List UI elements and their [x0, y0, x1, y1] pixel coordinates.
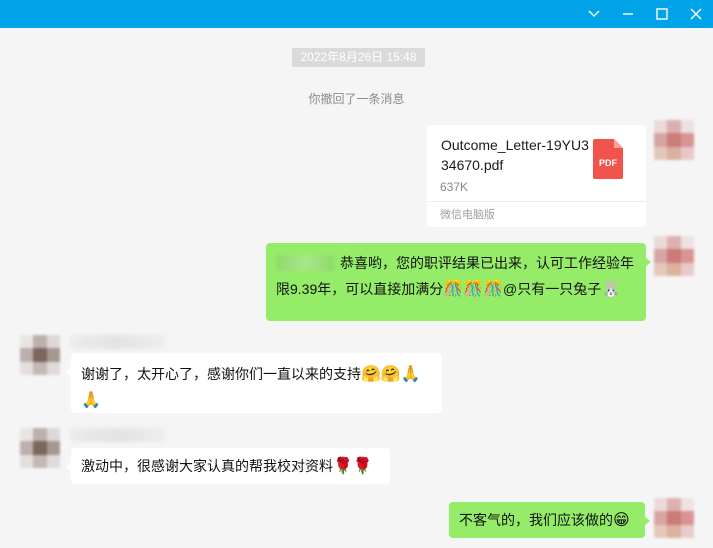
- self-avatar[interactable]: [654, 120, 694, 160]
- collapse-button[interactable]: [577, 0, 611, 28]
- message-text: 不客气的，我们应该做的: [459, 512, 613, 528]
- self-avatar[interactable]: [654, 498, 694, 538]
- contact-avatar[interactable]: [20, 428, 60, 468]
- message-timestamp: 2022年8月26日 15:48: [292, 48, 425, 67]
- recall-notice: 你撤回了一条消息: [308, 92, 405, 106]
- file-card-divider: [427, 201, 646, 202]
- party-popper-emoji: 🎊🎊🎊: [443, 279, 504, 298]
- file-name: Outcome_Letter-19YU334670.pdf: [441, 137, 589, 173]
- message-text: 谢谢了，太开心了，感谢你们一直以来的支持: [81, 366, 361, 382]
- minimize-icon: [623, 13, 633, 15]
- chevron-down-icon: [588, 10, 600, 17]
- mention-text: @只有一只兔子: [503, 281, 602, 297]
- message-bubble-sent[interactable]: 恭喜哟，您的职评结果已出来，认可工作经验年限9.39年，可以直接加满分🎊🎊🎊@只…: [266, 243, 651, 321]
- contact-avatar[interactable]: [20, 335, 60, 375]
- self-avatar[interactable]: [654, 236, 694, 276]
- close-icon: [690, 8, 702, 20]
- maximize-icon: [656, 8, 668, 20]
- message-bubble-sent[interactable]: 不客气的，我们应该做的😁: [449, 502, 650, 538]
- file-message-card[interactable]: Outcome_Letter-19YU334670.pdf PDF 637K 微…: [427, 125, 646, 227]
- message-bubble-received[interactable]: 激动中，很感谢大家认真的帮我校对资料🌹🌹: [66, 448, 390, 484]
- message-text: 激动中，很感谢大家认真的帮我校对资料: [81, 458, 333, 474]
- rose-emoji: 🌹🌹: [333, 456, 373, 475]
- blurred-contact-name: [70, 335, 166, 349]
- blurred-mention: [276, 255, 334, 271]
- file-size: 637K: [440, 180, 469, 194]
- close-button[interactable]: [679, 0, 713, 28]
- blurred-contact-name: [70, 428, 166, 442]
- maximize-button[interactable]: [645, 0, 679, 28]
- title-bar: [0, 0, 713, 28]
- grinning-emoji: 😁: [613, 510, 630, 529]
- pdf-file-icon: PDF: [593, 139, 623, 179]
- chat-area[interactable]: 2022年8月26日 15:48 你撤回了一条消息 Outcome_Letter…: [0, 28, 713, 548]
- rabbit-emoji: 🐰: [601, 279, 622, 298]
- pdf-icon-label: PDF: [599, 158, 618, 168]
- message-bubble-received[interactable]: 谢谢了，太开心了，感谢你们一直以来的支持🤗🤗🙏🙏: [66, 353, 442, 413]
- minimize-button[interactable]: [611, 0, 645, 28]
- file-source: 微信电脑版: [440, 209, 495, 221]
